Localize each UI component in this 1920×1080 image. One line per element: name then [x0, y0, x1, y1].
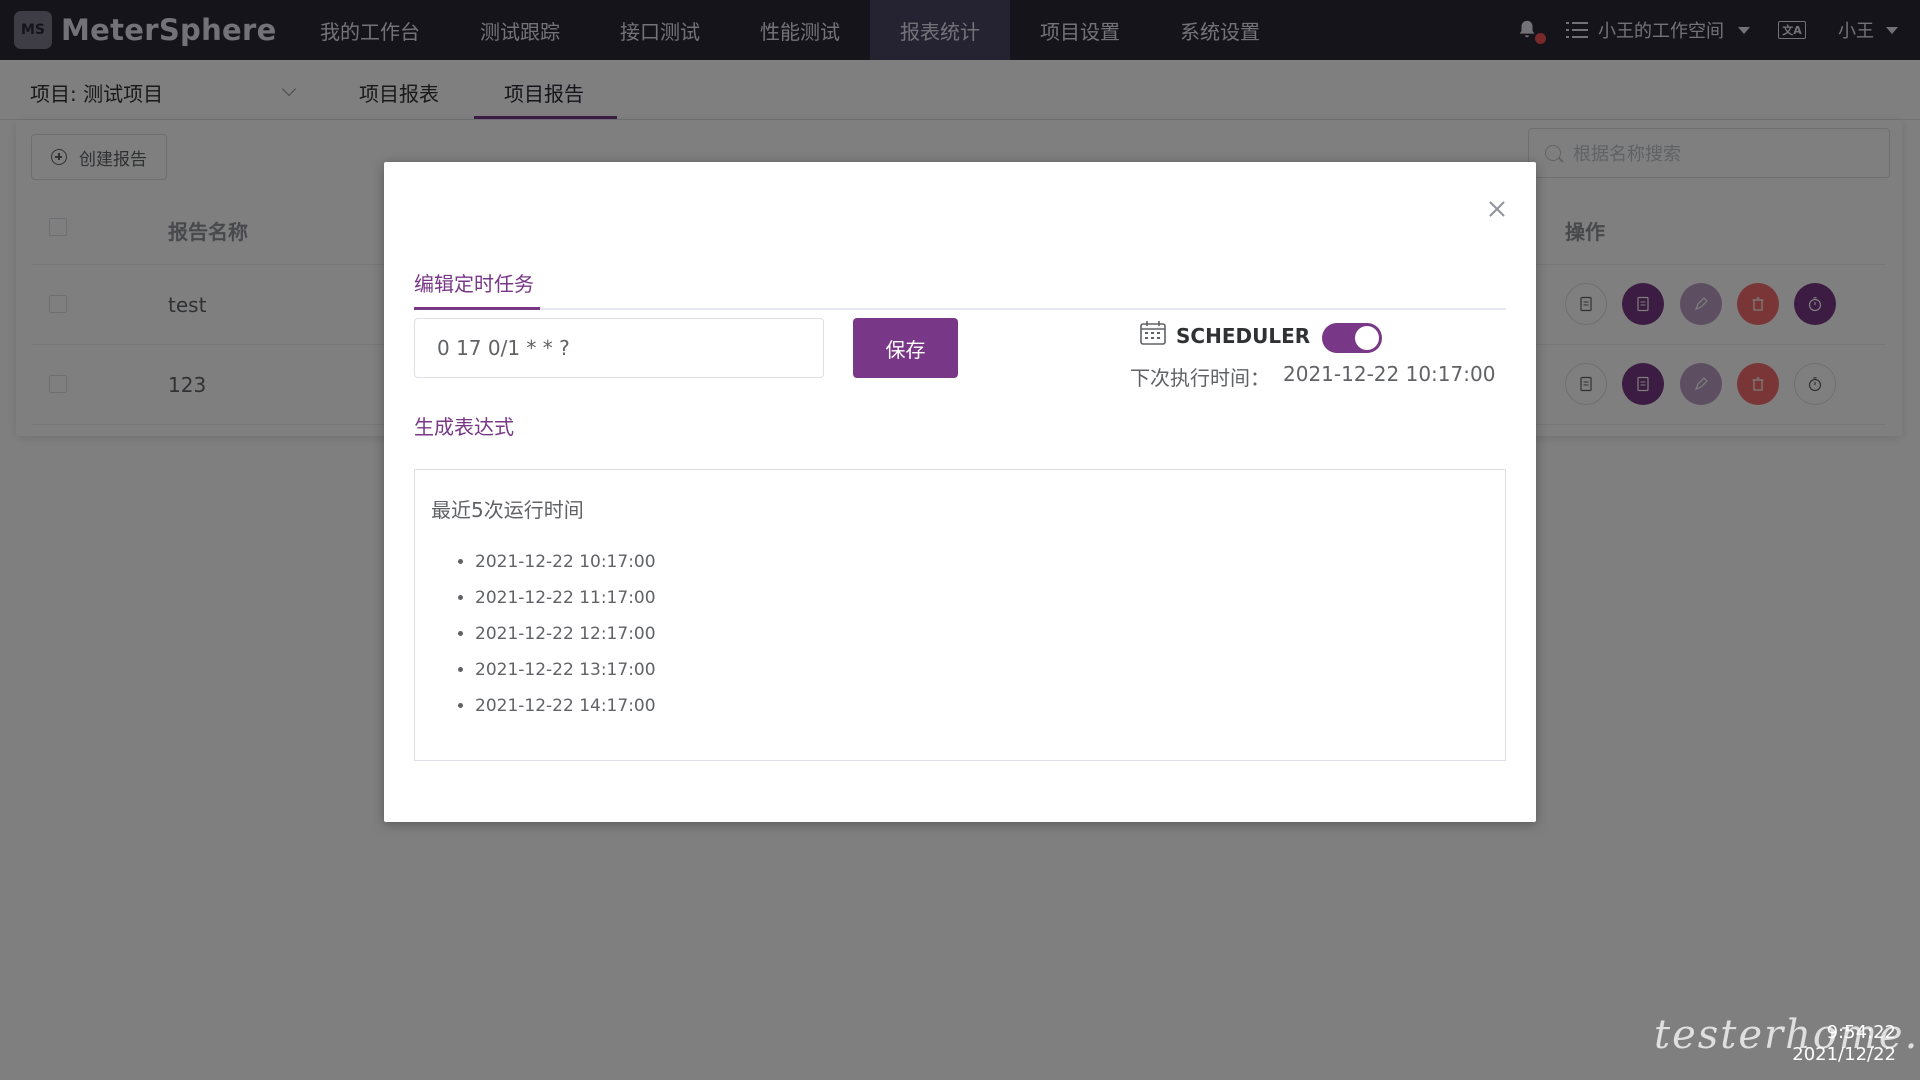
save-button[interactable]: 保存 — [853, 318, 958, 378]
calendar-icon — [1139, 320, 1167, 346]
clock-date: 2021/12/22 — [1792, 1044, 1896, 1065]
list-item: 2021-12-22 11:17:00 — [475, 588, 656, 624]
tab-edit-schedule[interactable]: 编辑定时任务 — [414, 268, 534, 297]
scheduler-toggle[interactable] — [1322, 323, 1382, 353]
tab-bar — [414, 308, 1506, 310]
generate-expression-link[interactable]: 生成表达式 — [414, 411, 514, 440]
list-item: 2021-12-22 14:17:00 — [475, 696, 656, 732]
list-item: 2021-12-22 13:17:00 — [475, 660, 656, 696]
recent-runs-list: 2021-12-22 10:17:00 2021-12-22 11:17:00 … — [475, 552, 656, 732]
schedule-dialog: 编辑定时任务 保存 SCHEDULER 下次执行时间： 2021-12-22 1… — [384, 162, 1536, 822]
next-execution-label: 下次执行时间： — [1130, 366, 1270, 390]
system-clock: 9:54:22 2021/12/22 — [1792, 1022, 1896, 1066]
scheduler-label: SCHEDULER — [1176, 324, 1311, 348]
list-item: 2021-12-22 12:17:00 — [475, 624, 656, 660]
cron-expression-input[interactable] — [414, 318, 824, 378]
list-item: 2021-12-22 10:17:00 — [475, 552, 656, 588]
toggle-knob — [1355, 326, 1379, 350]
next-execution-time: 2021-12-22 10:17:00 — [1283, 362, 1496, 386]
active-tab-indicator — [414, 307, 540, 310]
recent-runs-panel: 最近5次运行时间 2021-12-22 10:17:00 2021-12-22 … — [414, 469, 1506, 761]
close-icon[interactable] — [1484, 196, 1510, 222]
recent-runs-title: 最近5次运行时间 — [431, 498, 584, 522]
clock-time: 9:54:22 — [1826, 1022, 1896, 1043]
